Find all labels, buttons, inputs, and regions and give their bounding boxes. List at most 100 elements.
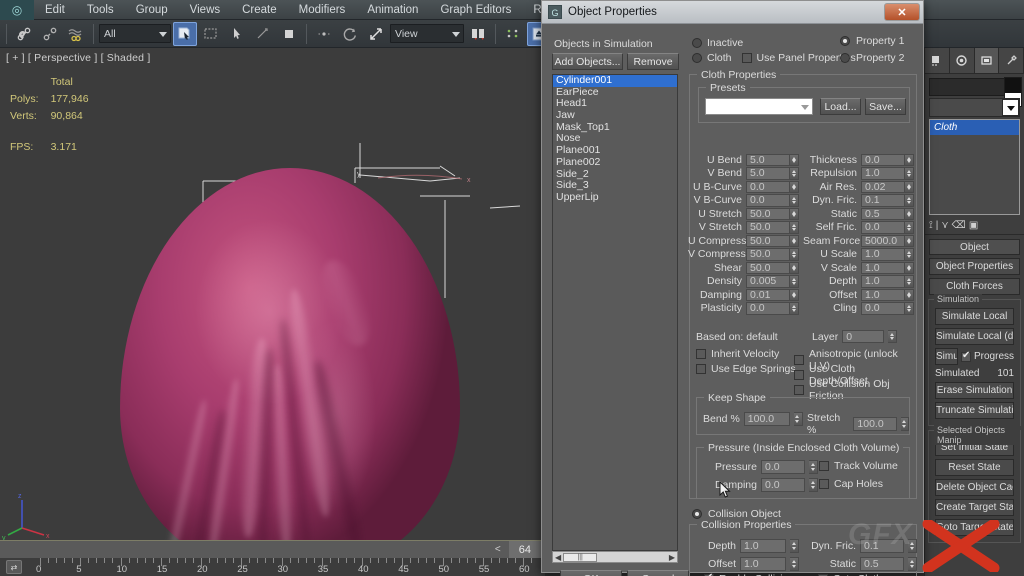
select-by-name-icon[interactable] <box>225 22 249 46</box>
param-spinner[interactable] <box>790 248 799 261</box>
chevron-down-icon[interactable] <box>1002 99 1019 116</box>
scroll-thumb[interactable]: ||| <box>563 552 598 562</box>
reference-coordinate-dropdown[interactable]: View <box>390 24 464 43</box>
bend-percent-field[interactable]: 100.0 <box>743 412 790 426</box>
cloth-radio[interactable] <box>692 53 702 63</box>
param-field[interactable]: 0.0 <box>861 221 905 234</box>
property2-radio[interactable] <box>840 53 850 63</box>
param-field[interactable]: 1.0 <box>861 288 905 301</box>
make-unique-icon[interactable]: ⋎ <box>941 220 948 231</box>
param-spinner[interactable] <box>790 194 799 207</box>
param-field[interactable]: 0.0 <box>861 153 905 166</box>
remove-modifier-icon[interactable]: ⌫ <box>952 220 966 231</box>
window-crossing-icon[interactable] <box>251 22 275 46</box>
param-spinner[interactable] <box>905 167 914 180</box>
object-properties-button[interactable]: Object Properties <box>929 258 1020 275</box>
layer-field[interactable]: 0 <box>842 330 885 343</box>
param-spinner[interactable] <box>790 221 799 234</box>
erase-simulation-button[interactable]: Erase Simulation <box>935 382 1014 399</box>
param-field[interactable]: 5.0 <box>746 167 790 180</box>
param-field[interactable]: 50.0 <box>746 234 790 247</box>
pressure-damping-spinner[interactable] <box>809 478 818 492</box>
param-field[interactable]: 0.02 <box>861 180 905 193</box>
save-preset-button[interactable]: Save... <box>865 98 906 115</box>
param-field[interactable]: 0.0 <box>861 302 905 315</box>
pressure-field[interactable]: 0.0 <box>761 460 805 474</box>
object-list-item[interactable]: Jaw <box>553 109 677 122</box>
param-spinner[interactable] <box>790 302 799 315</box>
param-field[interactable]: 0.1 <box>861 194 905 207</box>
param-spinner[interactable] <box>790 288 799 301</box>
param-spinner[interactable] <box>905 221 914 234</box>
param-spinner[interactable] <box>905 288 914 301</box>
collision-static-spinner[interactable] <box>908 557 917 571</box>
cap-holes-row[interactable]: Cap Holes <box>819 478 883 490</box>
menu-item-group[interactable]: Group <box>125 0 179 20</box>
menu-item-create[interactable]: Create <box>231 0 288 20</box>
ok-button[interactable]: OK <box>560 570 622 576</box>
collision-offset-field[interactable]: 1.0 <box>740 557 786 571</box>
param-field[interactable]: 50.0 <box>746 248 790 261</box>
param-spinner[interactable] <box>790 167 799 180</box>
load-preset-button[interactable]: Load... <box>820 98 861 115</box>
scroll-left-icon[interactable]: ◀ <box>553 553 563 562</box>
object-list-item[interactable]: Plane002 <box>553 156 677 169</box>
goto-target-state-button[interactable]: Goto Target State <box>935 519 1014 536</box>
object-list-item[interactable]: UpperLip <box>553 191 677 204</box>
collision-dyn-fric-field[interactable]: 0.1 <box>860 539 904 553</box>
modifier-list-dropdown[interactable] <box>929 98 1020 117</box>
object-list-hscrollbar[interactable]: ◀ ||| ▶ <box>552 551 678 563</box>
object-list-item[interactable]: Cylinder001 <box>553 75 677 87</box>
param-field[interactable]: 0.01 <box>746 288 790 301</box>
inactive-radio-row[interactable]: Inactive <box>692 37 743 49</box>
menu-item-views[interactable]: Views <box>179 0 231 20</box>
preset-dropdown[interactable] <box>705 98 813 115</box>
property1-radio-row[interactable]: Property 1 <box>840 35 904 47</box>
configure-sets-icon[interactable]: ▣ <box>969 220 978 231</box>
param-spinner[interactable] <box>790 261 799 274</box>
param-spinner[interactable] <box>905 194 914 207</box>
objects-in-simulation-list[interactable]: Cylinder001 EarPiece Head1 Jaw Mask_Top1 Nose… <box>552 74 678 551</box>
modifier-stack-entry-base[interactable] <box>930 135 1019 150</box>
param-spinner[interactable] <box>790 153 799 166</box>
timeline-ruler[interactable]: ⇄ 0 5 10 15 20 25 30 35 40 45 50 55 60 <box>0 558 545 576</box>
track-volume-row[interactable]: Track Volume <box>819 460 898 472</box>
simulate-button[interactable]: Simulate <box>935 348 958 365</box>
progress-checkbox[interactable] <box>960 350 971 362</box>
collision-offset-spinner[interactable] <box>790 557 799 571</box>
rotate-gizmo-icon[interactable] <box>338 22 362 46</box>
collision-static-field[interactable]: 0.5 <box>860 557 904 571</box>
modify-tab-icon[interactable] <box>950 48 975 73</box>
use-edge-springs-checkbox[interactable] <box>696 364 706 374</box>
menu-item-graph-editors[interactable]: Graph Editors <box>429 0 522 20</box>
add-objects-button[interactable]: Add Objects... <box>552 53 623 70</box>
param-field[interactable]: 50.0 <box>746 207 790 220</box>
param-field[interactable]: 1.0 <box>861 248 905 261</box>
scroll-right-icon[interactable]: ▶ <box>667 553 677 562</box>
unlink-icon[interactable] <box>38 22 62 46</box>
bind-space-warp-icon[interactable] <box>64 22 88 46</box>
cap-holes-checkbox[interactable] <box>819 479 829 489</box>
bend-percent-spinner[interactable] <box>793 412 803 426</box>
collision-object-radio[interactable] <box>692 509 702 519</box>
create-tab-icon[interactable] <box>925 48 950 73</box>
collision-depth-spinner[interactable] <box>790 539 799 553</box>
key-mode-icon[interactable]: ⇄ <box>6 560 22 574</box>
object-rollout-header[interactable]: Object <box>929 239 1020 255</box>
close-icon[interactable]: ✕ <box>884 3 920 21</box>
param-field[interactable]: 1.0 <box>861 167 905 180</box>
param-field[interactable]: 50.0 <box>746 221 790 234</box>
simulate-local-button[interactable]: Simulate Local <box>935 308 1014 325</box>
object-properties-dialog[interactable]: G Object Properties ✕ Objects in Simulat… <box>541 0 924 576</box>
param-field[interactable]: 0.0 <box>746 194 790 207</box>
remove-button[interactable]: Remove <box>627 53 679 70</box>
collision-depth-field[interactable]: 1.0 <box>740 539 786 553</box>
pressure-spinner[interactable] <box>809 460 818 474</box>
cancel-button[interactable]: Cancel <box>627 570 689 576</box>
select-rotate-icon[interactable] <box>312 22 336 46</box>
property1-radio[interactable] <box>840 36 850 46</box>
param-spinner[interactable] <box>905 153 914 166</box>
param-field[interactable]: 1.0 <box>861 275 905 288</box>
param-spinner[interactable] <box>905 234 914 247</box>
prev-frame-button[interactable]: < <box>487 544 509 555</box>
